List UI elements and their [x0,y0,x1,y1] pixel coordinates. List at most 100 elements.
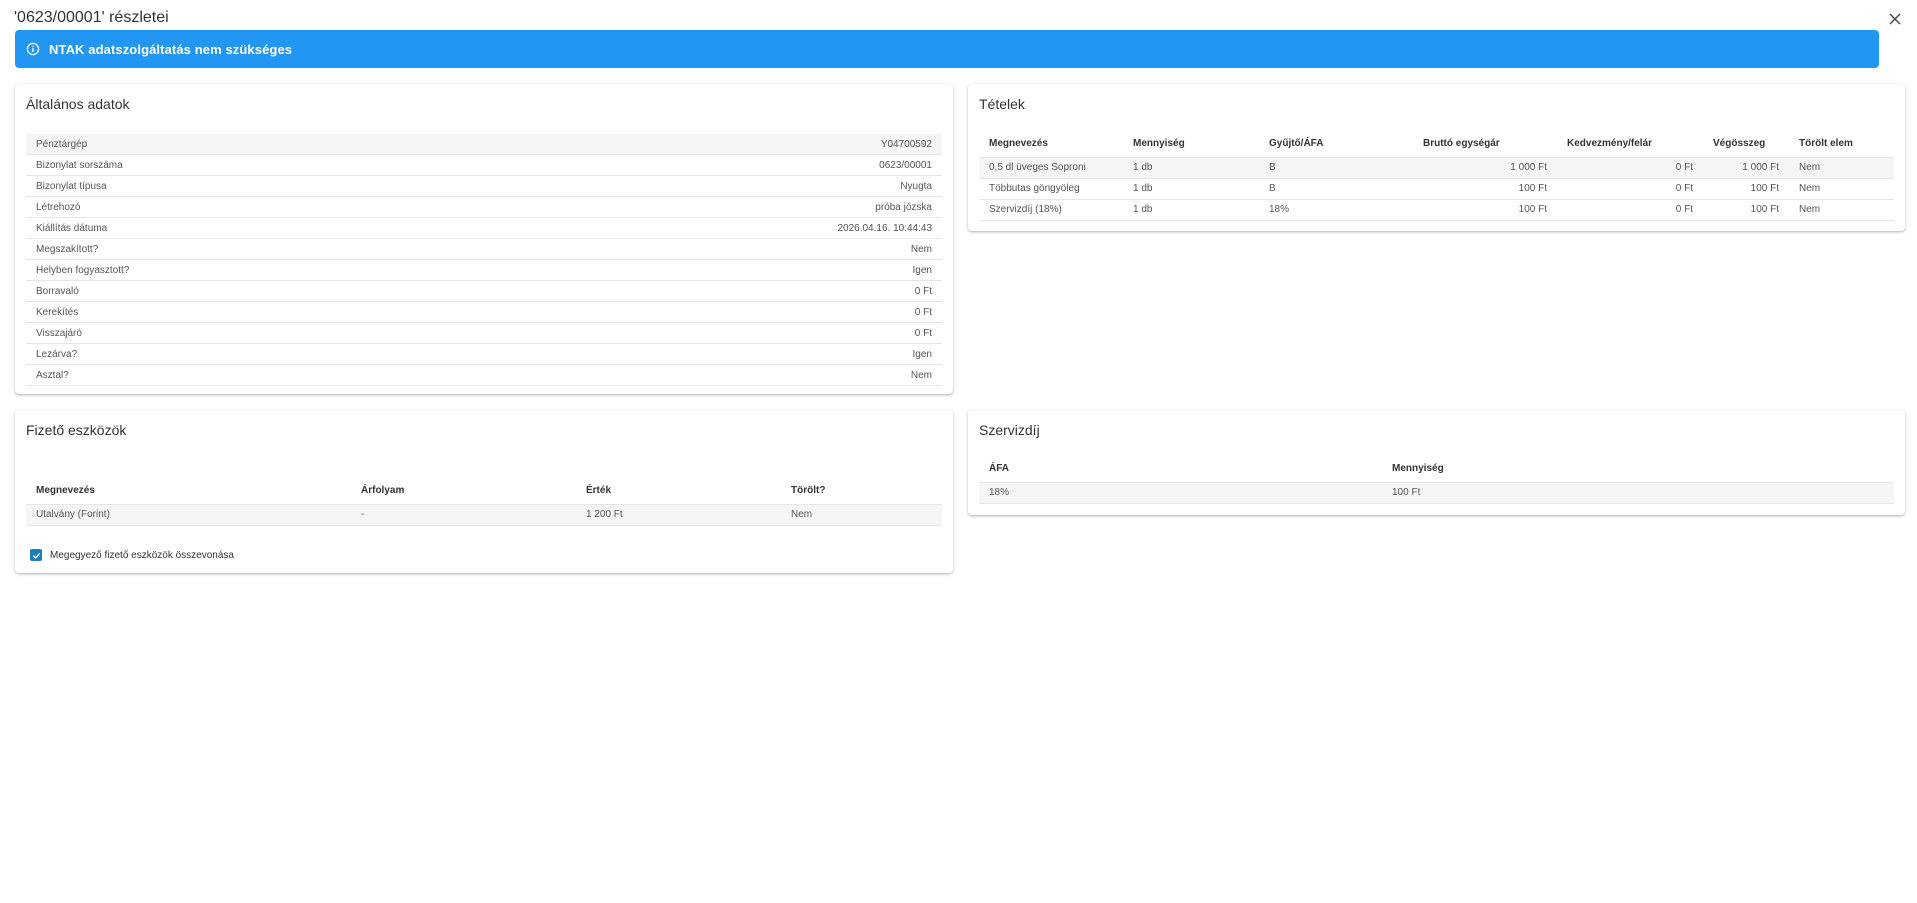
table-cell: 0 Ft [1557,178,1703,200]
service-card-title: Szervizdíj [979,422,1040,438]
table-header-row: Megnevezés Árfolyam Érték Törölt? [26,478,942,505]
table-cell: 18% [979,482,1382,504]
table-cell: 1 200 Ft [576,504,781,526]
general-row-value: próba józska [875,201,932,213]
service-card: Szervizdíj ÁFA Mennyiség 18% 100 Ft [968,410,1905,515]
items-table: Megnevezés Mennyiség Gyűjtő/ÁFA Bruttó egys… [979,131,1894,221]
table-cell: 0 Ft [1557,199,1703,221]
table-row: Többutas göngyöleg 1 db B 100 Ft 0 Ft 100 Ft N… [979,178,1894,200]
table-cell: B [1259,178,1413,200]
table-cell: 1 db [1123,178,1259,200]
column-header[interactable]: Törölt? [781,478,942,505]
table-cell: 0 Ft [1557,157,1703,179]
column-header[interactable]: Gyűjtő/ÁFA [1259,131,1413,158]
general-row-value: 0 Ft [914,306,932,318]
info-circle-icon [26,42,40,56]
table-cell: Utalvány (Forint) [26,504,351,526]
dialog-title: '0623/00001' részletei [14,9,169,26]
column-header[interactable]: Mennyiség [1382,456,1894,483]
items-card-title: Tételek [979,96,1025,112]
column-header[interactable]: Kedvezmény/felár [1557,131,1703,158]
general-row-label: Borravaló [36,285,79,297]
merge-payments-checkbox[interactable] [30,549,42,561]
general-row: Pénztárgép Y04700592 [26,134,942,155]
general-row-value: 0 Ft [914,327,932,339]
table-header-row: ÁFA Mennyiség [979,456,1894,483]
column-header[interactable]: Megnevezés [26,478,351,505]
table-cell: 1 db [1123,157,1259,179]
general-row: Kiállítás dátuma 2026.04.16. 10:44:43 [26,218,942,239]
close-button[interactable] [1885,9,1905,29]
table-cell: 18% [1259,199,1413,221]
general-row: Asztal? Nem [26,365,942,386]
general-row-value: 0 Ft [914,285,932,297]
general-row-value: Igen [912,264,932,276]
table-cell: B [1259,157,1413,179]
merge-payments-option[interactable]: Megegyező fizető eszközök összevonása [30,549,234,561]
general-row-value: Igen [912,348,932,360]
table-cell: - [351,504,576,526]
table-cell: 100 Ft [1382,482,1894,504]
table-cell: 0,5 dl üveges Soproni [979,157,1123,179]
general-row: Visszajáró 0 Ft [26,323,942,344]
general-row: Létrehozó próba józska [26,197,942,218]
ntak-alert: NTAK adatszolgáltatás nem szükséges [15,30,1879,68]
table-cell: 100 Ft [1703,178,1789,200]
table-cell: 1 000 Ft [1703,157,1789,179]
column-header[interactable]: Végösszeg [1703,131,1789,158]
general-row-label: Lezárva? [36,348,78,360]
service-table: ÁFA Mennyiség 18% 100 Ft [979,456,1894,504]
table-header-row: Megnevezés Mennyiség Gyűjtő/ÁFA Bruttó egys… [979,131,1894,158]
table-row: Utalvány (Forint) -1 200 Ft Nem [26,504,942,526]
general-row-value: Nem [910,369,932,381]
general-row-label: Pénztárgép [36,139,88,150]
table-cell: Nem [781,504,942,526]
table-cell: Nem [1789,199,1894,221]
table-cell: 100 Ft [1703,199,1789,221]
column-header[interactable]: Megnevezés [979,131,1123,158]
items-card: Tételek Megnevezés Mennyiség Gyűjtő/ÁFA Bru… [968,84,1905,231]
table-row: 18% 100 Ft [979,482,1894,504]
general-row-value: Nyugta [900,180,932,192]
general-row-value: 0623/00001 [879,159,932,171]
general-row-label: Asztal? [36,369,69,381]
table-cell: Többutas göngyöleg [979,178,1123,200]
table-cell: 1 db [1123,199,1259,221]
general-row-label: Visszajáró [36,327,82,339]
general-row: Kerekítés 0 Ft [26,302,942,323]
table-cell: 100 Ft [1413,199,1557,221]
general-row: Bizonylat sorszáma 0623/00001 [26,155,942,176]
general-row-value: Nem [910,243,932,255]
general-row: Bizonylat típusa Nyugta [26,176,942,197]
column-header[interactable]: ÁFA [979,456,1382,483]
check-icon [32,552,40,559]
payments-card: Fizető eszközök Megnevezés Árfolyam Érték T… [15,410,953,573]
general-row: Lezárva? Igen [26,344,942,365]
general-table: Pénztárgép Y04700592 Bizonylat sorszáma 062… [26,134,942,386]
general-row-value: Y04700592 [880,139,932,150]
general-row-label: Kerekítés [36,306,79,318]
table-cell: Nem [1789,178,1894,200]
column-header[interactable]: Érték [576,478,781,505]
table-cell: Szervizdíj (18%) [979,199,1123,221]
general-row-label: Kiállítás dátuma [36,222,108,234]
table-cell: 1 000 Ft [1413,157,1557,179]
general-row: Megszakított? Nem [26,239,942,260]
payments-card-title: Fizető eszközök [26,422,127,438]
table-row: 0,5 dl üveges Soproni 1 db B 1 000 Ft 0 Ft 1 … [979,157,1894,179]
general-row-label: Bizonylat típusa [36,180,107,192]
general-row-label: Létrehozó [36,201,81,213]
merge-payments-label: Megegyező fizető eszközök összevonása [50,549,234,561]
payments-table: Megnevezés Árfolyam Érték Törölt? Utalvány (… [26,478,942,526]
general-row-value: 2026.04.16. 10:44:43 [837,222,932,234]
column-header[interactable]: Mennyiség [1123,131,1259,158]
column-header[interactable]: Árfolyam [351,478,576,505]
general-card-title: Általános adatok [26,96,130,112]
general-card: Általános adatok Pénztárgép Y04700592 Bizo… [15,84,953,394]
table-cell: 100 Ft [1413,178,1557,200]
table-cell: Nem [1789,157,1894,179]
close-icon [1889,13,1901,25]
general-row-label: Helyben fogyasztott? [36,264,130,276]
column-header[interactable]: Törölt elem [1789,131,1894,158]
column-header[interactable]: Bruttó egységár [1413,131,1557,158]
